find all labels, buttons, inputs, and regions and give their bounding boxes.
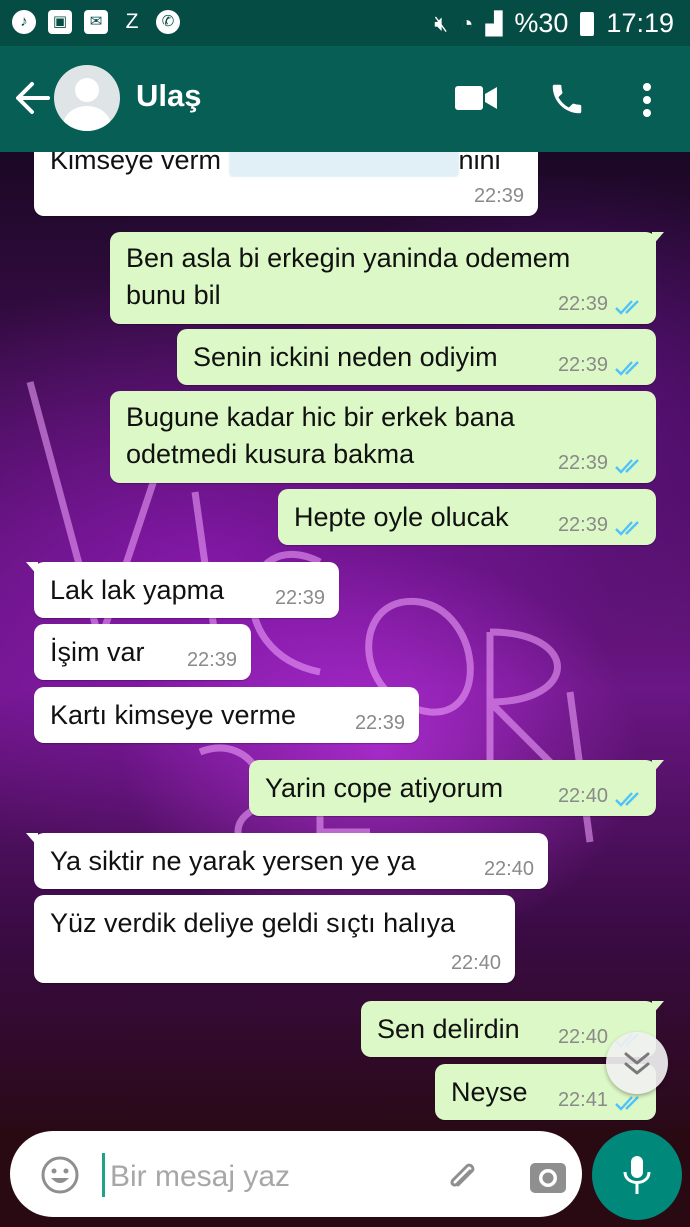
message-text: Ben asla bi erkegin yaninda odemem bunu … (126, 243, 571, 310)
music-icon: ♪ (12, 10, 36, 34)
message-incoming[interactable]: Kartı kimseye verme 22:39 (34, 687, 419, 743)
message-outgoing[interactable]: Bugune kadar hic bir erkek bana odetmedi… (110, 391, 656, 483)
message-outgoing[interactable]: Ben asla bi erkegin yaninda odemem bunu … (110, 232, 664, 324)
message-incoming[interactable]: Kimseye verm nini 22:39 (34, 152, 538, 216)
read-receipt-icon (615, 459, 639, 474)
message-time: 22:40 (483, 858, 534, 880)
message-outgoing[interactable]: Yarin cope atiyorum 22:40 (249, 760, 664, 816)
message-time: 22:39 (557, 293, 608, 315)
message-incoming[interactable]: Ya siktir ne yarak yersen ye ya 22:40 (26, 833, 548, 889)
message-text: Hepte oyle olucak (294, 502, 509, 532)
message-time: 22:39 (557, 514, 608, 536)
emoji-icon[interactable] (40, 1155, 80, 1195)
z-notification-icon: Z (125, 10, 139, 33)
message-text: Senin ickini neden odiyim (193, 342, 498, 372)
attach-paperclip-icon[interactable] (442, 1157, 482, 1197)
message-text: Yüz verdik deliye geldi sıçtı halıya (50, 908, 456, 938)
double-chevron-down-icon (624, 1052, 650, 1075)
clock: 17:19 (606, 8, 674, 38)
wifi-icon: ◔ (460, 10, 474, 36)
message-text: Kimseye verm (50, 152, 222, 175)
message-incoming[interactable]: İşim var 22:39 (34, 624, 251, 680)
message-time: 22:40 (450, 952, 501, 974)
message-input-container[interactable]: Bir mesaj yaz (10, 1131, 582, 1217)
microphone-icon (623, 1156, 651, 1194)
message-time: 22:40 (557, 785, 608, 807)
chat-area[interactable]: Kimseye verm nini 22:39 Ben asla bi erke… (0, 152, 690, 1127)
message-text: Ya siktir ne yarak yersen ye ya (50, 846, 416, 876)
message-incoming[interactable]: Lak lak yapma 22:39 (26, 562, 339, 618)
read-receipt-icon (615, 1096, 639, 1111)
image-icon: ▣ (48, 10, 72, 34)
contact-name[interactable]: Ulaş (136, 78, 201, 114)
message-time: 22:39 (186, 649, 237, 671)
mail-icon: ✉ (84, 10, 108, 34)
message-text: İşim var (50, 637, 145, 667)
mute-icon: 🔇︎ (434, 10, 449, 36)
more-options-icon[interactable] (636, 80, 658, 120)
video-call-icon[interactable] (455, 84, 497, 112)
microphone-button[interactable] (592, 1130, 682, 1220)
message-text: Lak lak yapma (50, 575, 225, 605)
back-arrow-icon[interactable] (12, 76, 52, 120)
message-text: Sen delirdin (377, 1014, 520, 1044)
message-time: 22:39 (557, 354, 608, 376)
message-time: 22:41 (557, 1089, 608, 1111)
camera-icon[interactable] (528, 1157, 568, 1197)
message-input[interactable]: Bir mesaj yaz (110, 1160, 290, 1194)
chat-header: Ulaş (0, 46, 690, 152)
battery-percent: %30 (514, 8, 569, 38)
voice-call-icon[interactable] (548, 80, 586, 118)
message-time: 22:39 (557, 452, 608, 474)
read-receipt-icon (615, 792, 639, 807)
read-receipt-icon (615, 300, 639, 315)
phone-icon: ✆ (156, 10, 180, 34)
message-time: 22:40 (557, 1026, 608, 1048)
message-text: Bugune kadar hic bir erkek bana odetmedi… (126, 402, 515, 469)
message-text-suffix: nini (458, 152, 501, 175)
message-text: Neyse (451, 1077, 528, 1107)
redacted-block (228, 152, 459, 177)
message-incoming[interactable]: Yüz verdik deliye geldi sıçtı halıya 22:… (34, 895, 515, 983)
input-bar: Bir mesaj yaz (0, 1127, 690, 1227)
message-outgoing[interactable]: Hepte oyle olucak 22:39 (278, 489, 656, 545)
message-text: Kartı kimseye verme (50, 700, 297, 730)
read-receipt-icon (615, 361, 639, 376)
message-time: 22:39 (354, 712, 405, 734)
message-text: Yarin cope atiyorum (265, 773, 504, 803)
message-time: 22:39 (274, 587, 325, 609)
battery-icon (580, 11, 595, 36)
status-bar: ♪ ▣ ✉ Z ✆ 🔇︎ ◔ ▟ %30 17:19 (0, 0, 690, 46)
text-cursor (102, 1153, 105, 1197)
message-time: 22:39 (473, 185, 524, 207)
avatar[interactable] (54, 65, 120, 131)
signal-icon: ▟ (485, 10, 503, 36)
message-outgoing[interactable]: Senin ickini neden odiyim 22:39 (177, 329, 656, 385)
read-receipt-icon (615, 521, 639, 536)
scroll-to-bottom-button[interactable] (606, 1032, 668, 1094)
